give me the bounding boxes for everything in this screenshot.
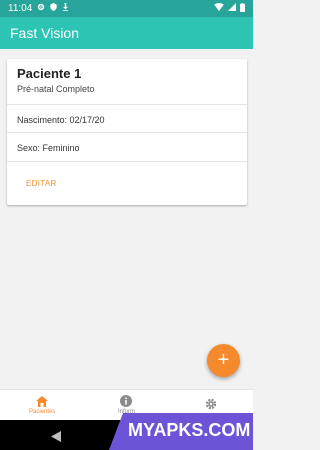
edit-button[interactable]: EDITAR: [26, 179, 57, 188]
plus-icon: +: [217, 349, 230, 371]
wifi-icon: [214, 3, 224, 14]
divider: [7, 161, 247, 162]
back-icon[interactable]: [51, 429, 61, 447]
nav-label-patients: Pacientes: [28, 408, 56, 415]
download-notification-icon: [62, 3, 69, 14]
info-icon: [120, 395, 133, 409]
app-title: Fast Vision: [10, 25, 79, 41]
app-bar: Fast Vision: [0, 17, 253, 49]
status-time: 11:04: [8, 3, 33, 14]
home-icon: [36, 395, 49, 409]
watermark-text: MYAPKS.COM: [128, 420, 251, 440]
add-patient-button[interactable]: +: [207, 344, 240, 377]
divider: [7, 104, 247, 105]
patient-name: Paciente 1: [17, 66, 82, 81]
divider: [7, 132, 247, 133]
patient-birth: Nascimento: 02/17/20: [17, 115, 105, 125]
shield-notification-icon: [50, 3, 57, 14]
cell-signal-icon: [228, 3, 236, 14]
nav-item-patients[interactable]: Pacientes: [0, 390, 84, 420]
patient-subtitle: Pré-natal Completo: [17, 84, 95, 94]
gear-icon: [205, 398, 217, 412]
status-bar: 11:04: [0, 0, 253, 17]
settings-notification-icon: [37, 3, 45, 14]
patient-sex: Sexo: Feminino: [17, 143, 80, 153]
patient-card[interactable]: Paciente 1 Pré-natal Completo Nascimento…: [7, 59, 247, 205]
battery-icon: [240, 2, 245, 15]
